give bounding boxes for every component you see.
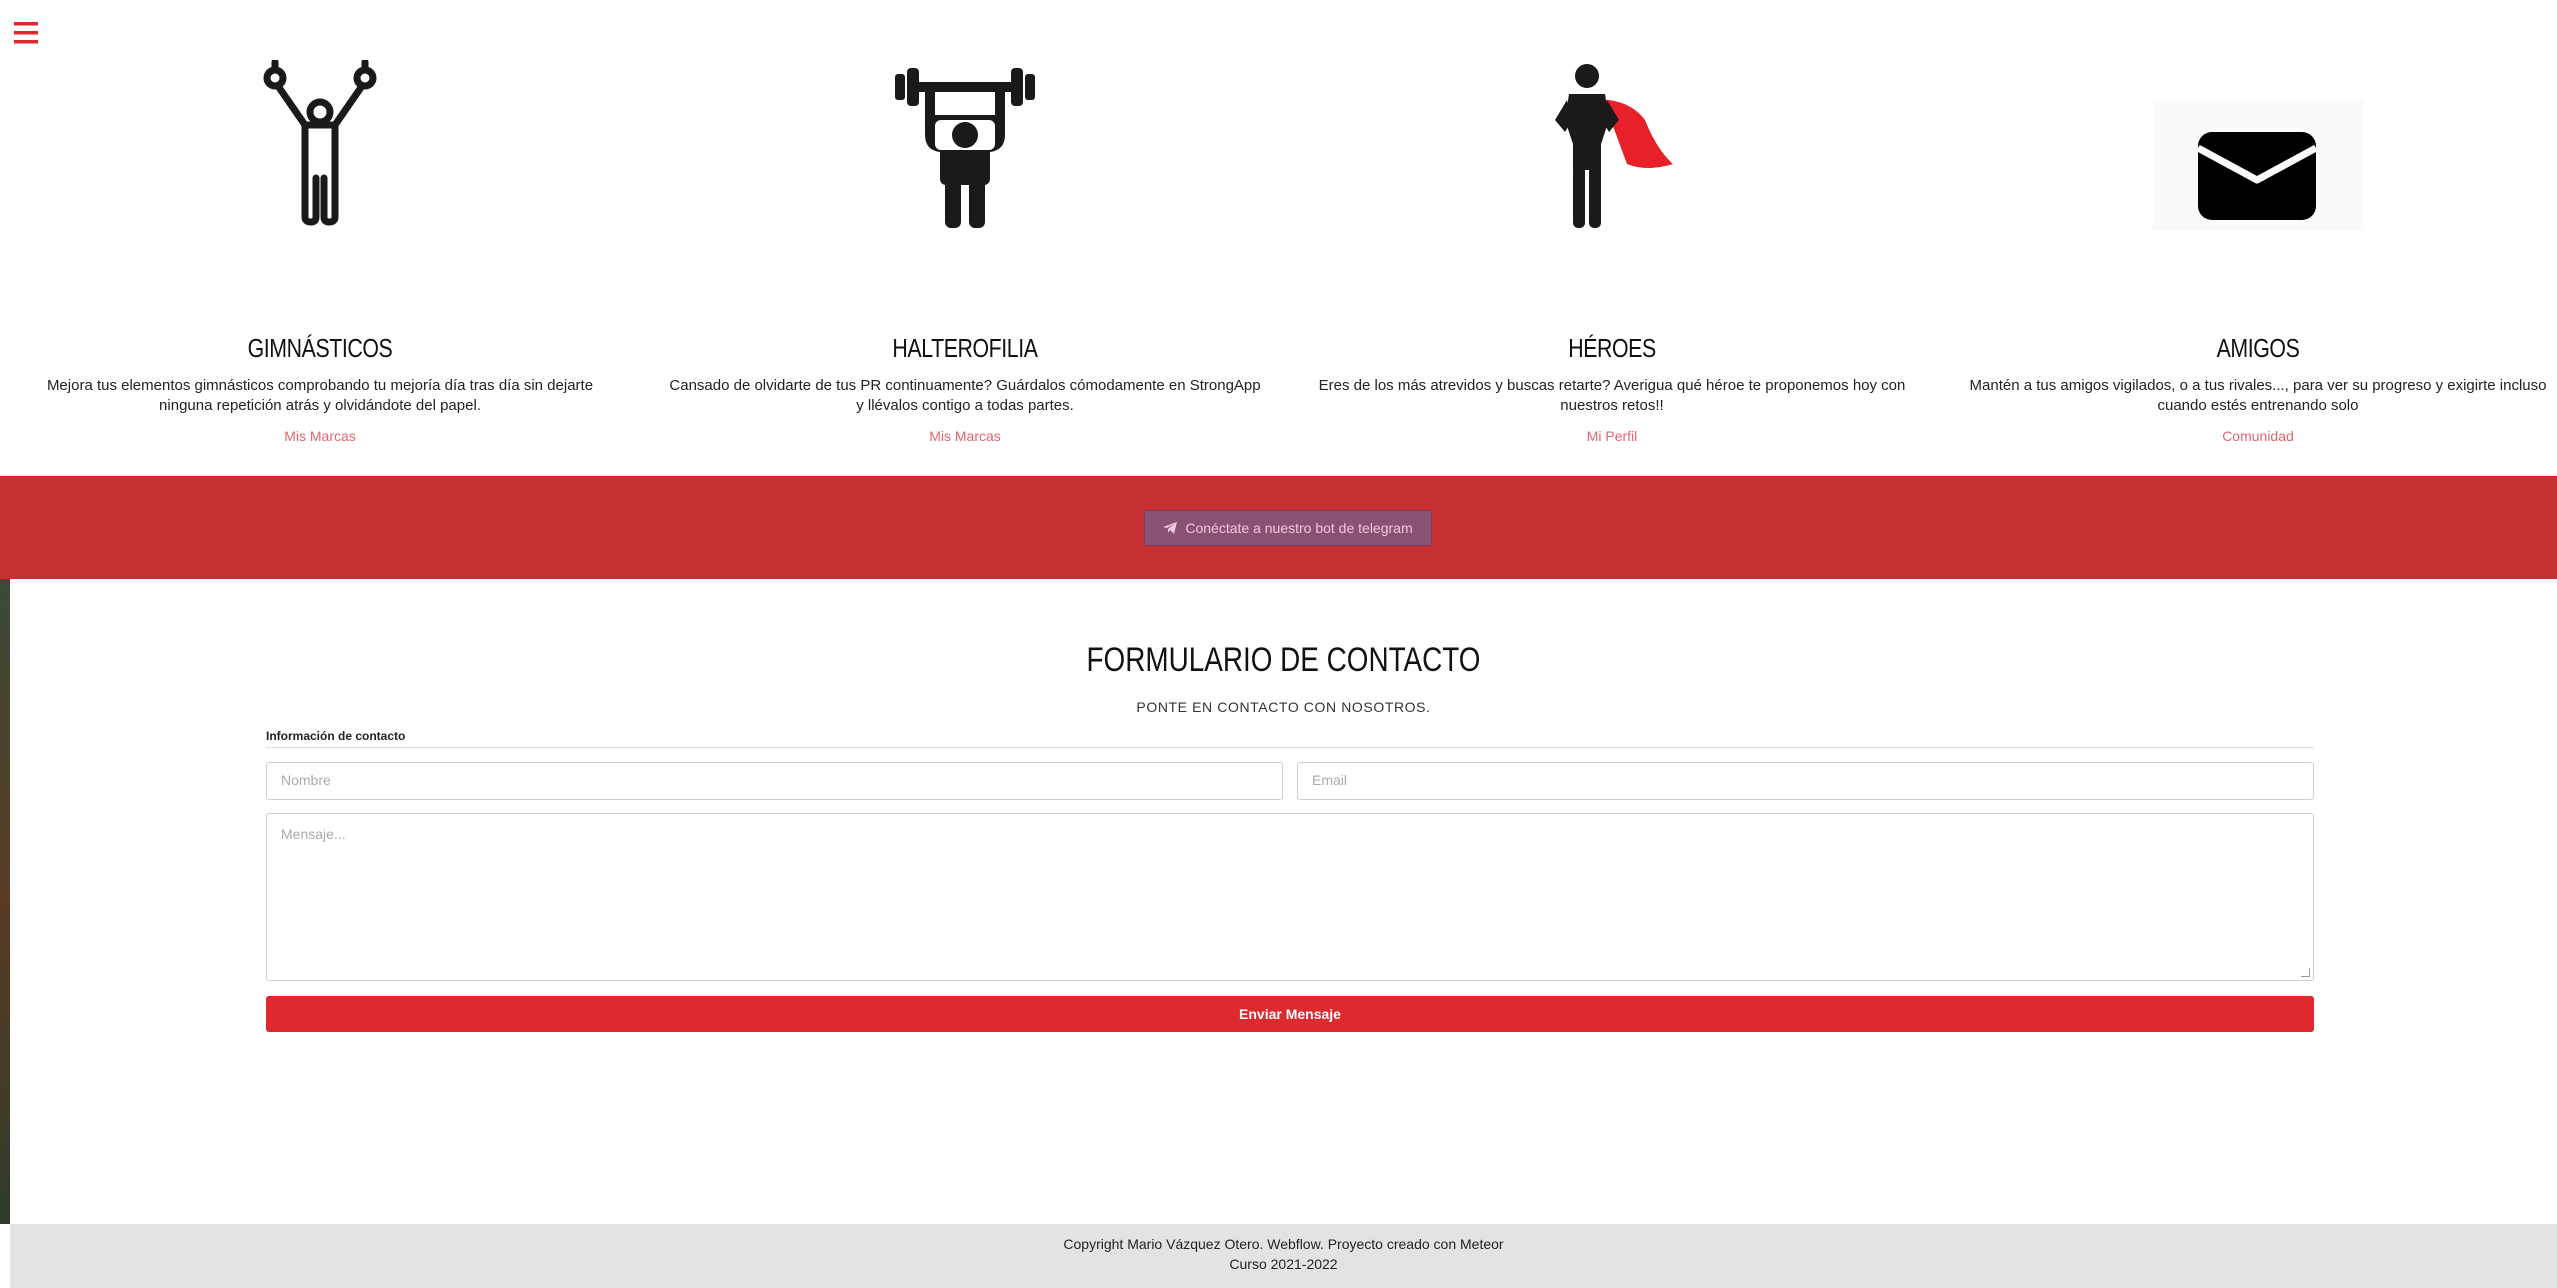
message-placeholder: Mensaje... [281,826,346,842]
telegram-bot-button[interactable]: Conéctate a nuestro bot de telegram [1144,510,1432,546]
telegram-plane-icon [1163,522,1178,534]
background-strip [0,579,10,1224]
telegram-button-label: Conéctate a nuestro bot de telegram [1185,520,1413,536]
superhero-icon [1555,64,1673,228]
footer: Copyright Mario Vázquez Otero. Webflow. … [10,1224,2557,1288]
feature-link-mis-marcas[interactable]: Mis Marcas [284,428,356,444]
telegram-banner: Conéctate a nuestro bot de telegram [0,476,2557,579]
feature-description: Mejora tus elementos gimnásticos comprob… [46,377,594,414]
feature-amigos: AMIGOS Mantén a tus amigos vigilados, o … [1948,60,2557,446]
contact-info-label: Información de contacto [266,729,406,743]
contact-title: FORMULARIO DE CONTACTO [1086,641,1481,679]
feature-link-comunidad[interactable]: Comunidad [2222,428,2294,444]
resize-handle[interactable] [2301,968,2310,977]
feature-description: Mantén a tus amigos vigilados, o a tus r… [1969,377,2547,414]
feature-title: GIMNÁSTICOS [247,333,393,363]
feature-link-mi-perfil[interactable]: Mi Perfil [1587,428,1638,444]
feature-description: Cansado de olvidarte de tus PR continuam… [669,377,1261,414]
hamburger-icon [14,22,38,44]
send-message-button[interactable]: Enviar Mensaje [266,996,2314,1032]
email-input[interactable]: Email [1297,762,2314,800]
envelope-icon [2153,100,2363,230]
contact-subtitle: PONTE EN CONTACTO CON NOSOTROS. [1136,699,1431,715]
divider [266,747,2314,748]
weightlifter-icon [895,68,1035,228]
features-section: GIMNÁSTICOS Mejora tus elementos gimnást… [0,60,2557,444]
feature-title: HALTEROFILIA [892,333,1038,363]
menu-button[interactable] [12,18,42,48]
feature-halterofilia: HALTEROFILIA Cansado de olvidarte de tus… [655,60,1275,446]
contact-section: FORMULARIO DE CONTACTO PONTE EN CONTACTO… [10,579,2557,1224]
message-textarea[interactable]: Mensaje... [266,813,2314,981]
feature-title: HÉROES [1568,333,1656,363]
feature-heroes: HÉROES Eres de los más atrevidos y busca… [1302,60,1922,446]
footer-copyright: Copyright Mario Vázquez Otero. Webflow. … [1063,1236,1504,1252]
gymnast-rings-icon [263,60,377,226]
feature-description: Eres de los más atrevidos y buscas retar… [1318,377,1906,414]
feature-title: AMIGOS [2216,333,2300,363]
name-input[interactable]: Nombre [266,762,1283,800]
footer-course: Curso 2021-2022 [1229,1256,1338,1272]
feature-gimnasticos: GIMNÁSTICOS Mejora tus elementos gimnást… [10,60,630,446]
feature-link-mis-marcas[interactable]: Mis Marcas [929,428,1001,444]
